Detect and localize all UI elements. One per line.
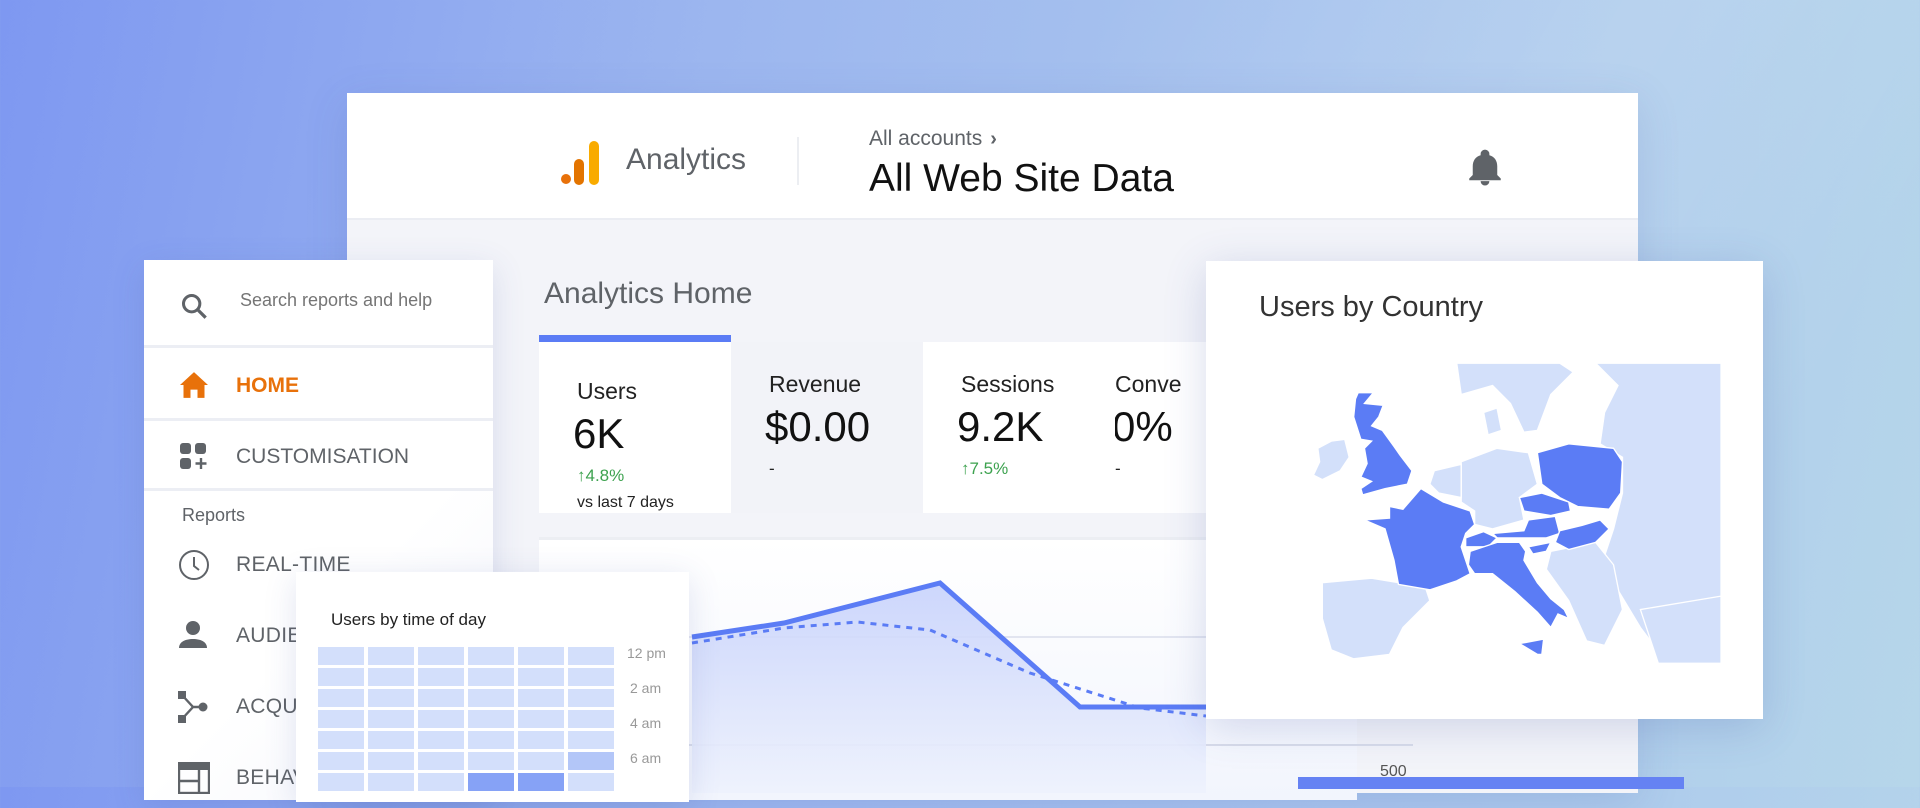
row-label: 4 am: [630, 715, 662, 731]
country-france: [1364, 487, 1476, 591]
heatmap-cell: [568, 752, 614, 770]
search-row[interactable]: [144, 260, 493, 348]
heatmap-cell: [318, 773, 364, 791]
heatmap-cell: [368, 668, 414, 686]
sidebar-item-customisation[interactable]: CUSTOMISATION: [144, 421, 493, 491]
heatmap-cell: [368, 689, 414, 707]
heatmap-cell: [518, 689, 564, 707]
heatmap-cell: [518, 731, 564, 749]
bar-mark: [1298, 777, 1684, 789]
heatmap-cell: [318, 752, 364, 770]
region-denmark: [1482, 407, 1503, 436]
card-title: Users by time of day: [331, 610, 486, 629]
country-slovenia: [1527, 541, 1553, 555]
clock-icon: [179, 550, 209, 580]
heatmap-cell: [518, 647, 564, 665]
heatmap-cell: [368, 752, 414, 770]
heatmap-cell: [418, 689, 464, 707]
behaviour-icon: [178, 762, 210, 794]
heatmap-cell: [518, 668, 564, 686]
heatmap-cell: [568, 668, 614, 686]
heatmap-cell: [568, 710, 614, 728]
heatmap-cell: [568, 773, 614, 791]
region-ireland: [1312, 438, 1350, 481]
acquisition-icon: [178, 691, 208, 723]
sidebar-item-home[interactable]: HOME: [144, 348, 493, 421]
heatmap-cell: [418, 752, 464, 770]
heatmap-cell: [368, 710, 414, 728]
home-icon: [180, 372, 208, 398]
heatmap-cell: [568, 689, 614, 707]
heatmap-cell: [518, 773, 564, 791]
row-label: 12 pm: [627, 645, 666, 661]
row-label: 6 am: [630, 750, 662, 766]
heatmap-cell: [468, 689, 514, 707]
heatmap-cell: [468, 731, 514, 749]
heatmap-cell: [568, 731, 614, 749]
heatmap-cell: [368, 773, 414, 791]
person-icon: [179, 621, 207, 648]
heatmap-cell: [368, 647, 414, 665]
users-by-time-of-day-card: Users by time of day 12 pm 2 am 4 am 6 a…: [296, 572, 689, 802]
heatmap-cell: [468, 752, 514, 770]
region-scandinavia: [1455, 362, 1575, 433]
heatmap-cell: [318, 668, 364, 686]
europe-map: [1312, 362, 1722, 664]
card-title: Users by Country: [1259, 291, 1484, 323]
users-by-country-card: Users by Country: [1206, 261, 1763, 719]
search-icon: [181, 293, 207, 319]
heatmap-cell: [568, 647, 614, 665]
heatmap-cell: [318, 710, 364, 728]
search-input[interactable]: [240, 290, 480, 311]
chart-area-fill: [692, 583, 1206, 793]
sidebar-item-label: CUSTOMISATION: [236, 445, 410, 468]
heatmap-cell: [468, 647, 514, 665]
sidebar-item-label: HOME: [236, 374, 299, 397]
heatmap-cell: [368, 731, 414, 749]
country-uk: [1352, 392, 1413, 496]
heatmap-cell: [418, 773, 464, 791]
country-sicily: [1517, 638, 1545, 656]
heatmap-cell: [318, 731, 364, 749]
heatmap-cell: [418, 668, 464, 686]
heatmap-cell: [468, 668, 514, 686]
heatmap-cell: [418, 710, 464, 728]
dashboard-add-icon: [180, 443, 207, 469]
heatmap-cell: [468, 773, 514, 791]
heatmap-cell: [418, 731, 464, 749]
heatmap-cell: [318, 647, 364, 665]
heatmap-cell: [418, 647, 464, 665]
heatmap-cell: [468, 710, 514, 728]
heatmap-cell: [518, 710, 564, 728]
heatmap-cell: [318, 689, 364, 707]
row-label: 2 am: [630, 680, 662, 696]
country-hungary: [1554, 519, 1610, 551]
reports-heading: Reports: [182, 505, 246, 525]
heatmap-cell: [518, 752, 564, 770]
region-benelux: [1429, 463, 1462, 499]
region-iberia: [1321, 577, 1431, 660]
